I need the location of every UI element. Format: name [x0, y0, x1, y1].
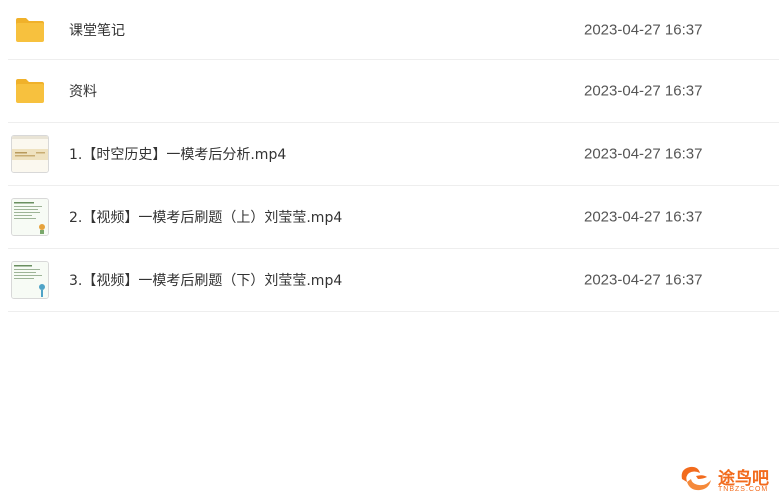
bird-logo-icon [681, 466, 711, 491]
folder-icon [11, 72, 49, 110]
file-date: 2023-04-27 16:37 [584, 145, 703, 163]
watermark: 途鸟吧 TNBZS.COM [676, 461, 776, 497]
video-thumbnail [11, 198, 49, 236]
video-thumbnail [11, 135, 49, 173]
file-row-video[interactable]: 3.【视频】一模考后刷题（下）刘莹莹.mp4 2023-04-27 16:37 [8, 249, 779, 312]
file-row-folder[interactable]: 资料 2023-04-27 16:37 [8, 60, 779, 123]
file-name: 课堂笔记 [69, 22, 125, 39]
watermark-subtext: TNBZS.COM [718, 486, 769, 493]
file-date: 2023-04-27 16:37 [584, 208, 703, 226]
file-date: 2023-04-27 16:37 [584, 82, 703, 100]
file-name: 2.【视频】一模考后刷题（上）刘莹莹.mp4 [69, 210, 343, 226]
file-row-video[interactable]: 1.【时空历史】一模考后分析.mp4 2023-04-27 16:37 [8, 123, 779, 186]
folder-icon [11, 11, 49, 49]
file-name: 1.【时空历史】一模考后分析.mp4 [69, 147, 287, 163]
video-thumbnail [11, 261, 49, 299]
file-name: 3.【视频】一模考后刷题（下）刘莹莹.mp4 [69, 273, 343, 289]
file-date: 2023-04-27 16:37 [584, 271, 703, 289]
file-row-folder[interactable]: 课堂笔记 2023-04-27 16:37 [8, 0, 779, 60]
file-date: 2023-04-27 16:37 [584, 21, 703, 38]
file-row-video[interactable]: 2.【视频】一模考后刷题（上）刘莹莹.mp4 2023-04-27 16:37 [8, 186, 779, 249]
file-list: 课堂笔记 2023-04-27 16:37 资料 2023-04-27 16:3… [8, 0, 779, 312]
file-name: 资料 [69, 84, 97, 100]
